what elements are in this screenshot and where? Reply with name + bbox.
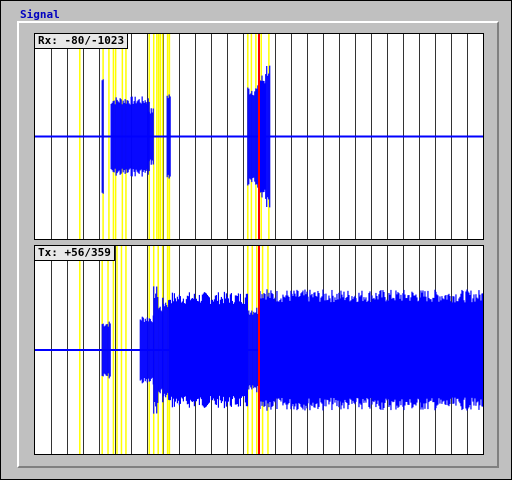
signal-burst <box>148 108 154 165</box>
signal-burst <box>247 85 260 188</box>
rx-signal-panel[interactable]: Rx: -80/-1023 <box>34 33 484 240</box>
signal-burst <box>247 307 260 393</box>
signal-burst <box>101 321 111 379</box>
signal-burst <box>265 65 271 208</box>
tx-signal-panel[interactable]: Tx: +56/359 <box>34 245 484 455</box>
tx-level-readout: Tx: +56/359 <box>35 246 115 261</box>
signal-burst <box>110 96 150 177</box>
signal-burst <box>258 289 268 411</box>
rx-waveform-plot[interactable] <box>35 34 483 239</box>
signal-burst <box>162 297 170 403</box>
signal-burst <box>166 94 171 179</box>
window-title: Signal <box>20 8 60 21</box>
signal-burst <box>157 306 163 394</box>
signal-burst <box>101 79 104 194</box>
signal-burst <box>267 289 483 411</box>
rx-level-readout: Rx: -80/-1023 <box>35 34 129 49</box>
signal-window: Signal Rx: -80/-1023 Tx: +56/359 <box>0 0 512 480</box>
signal-burst <box>139 315 154 385</box>
signal-burst <box>153 286 159 414</box>
tx-waveform-plot[interactable] <box>35 246 483 454</box>
signal-burst <box>168 291 248 409</box>
